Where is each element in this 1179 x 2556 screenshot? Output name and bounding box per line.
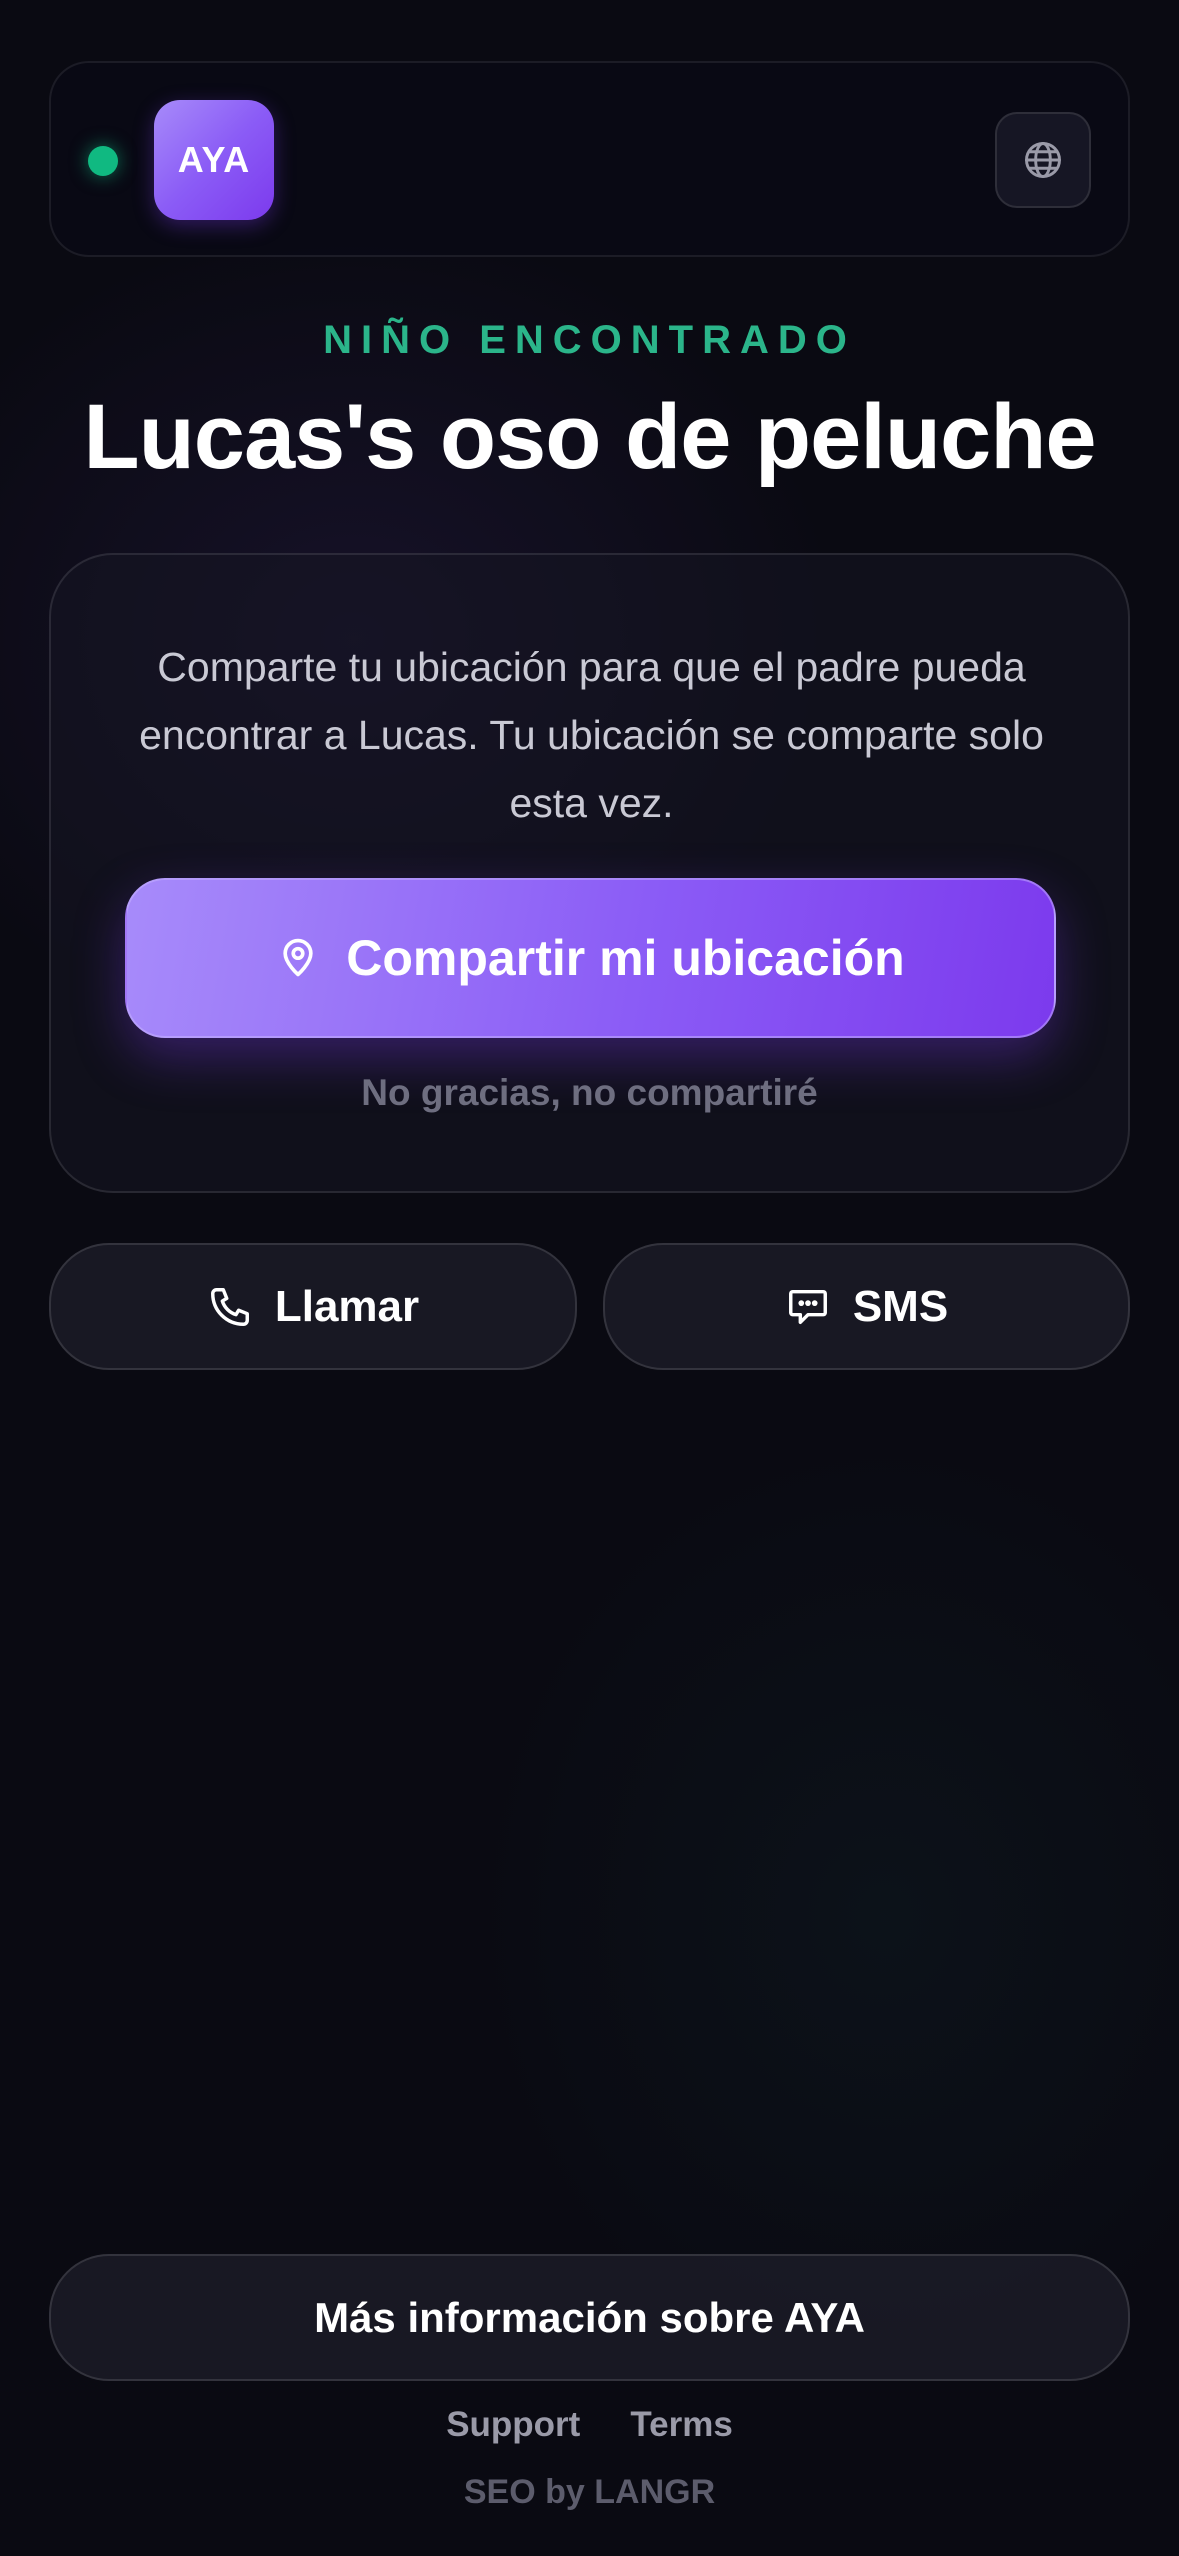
share-location-label: Compartir mi ubicación [346,930,905,986]
found-eyebrow: NIÑO ENCONTRADO [323,318,856,362]
more-info-button[interactable]: Más información sobre AYA [49,2254,1130,2381]
share-description: Comparte tu ubicación para que el padre … [139,644,1044,826]
top-bar: AYA [49,61,1130,257]
page-title: Lucas's oso de peluche [83,386,1096,488]
language-button[interactable] [995,112,1091,208]
sms-button[interactable]: SMS [603,1243,1130,1370]
globe-icon [1021,138,1065,182]
phone-icon [207,1284,253,1330]
chat-bubble-icon [785,1284,831,1330]
footer-link-support[interactable]: Support [446,2405,580,2445]
logo[interactable]: AYA [154,100,274,220]
share-location-button[interactable]: Compartir mi ubicación [125,878,1056,1038]
footer-link-terms[interactable]: Terms [630,2405,732,2445]
footer-credit[interactable]: SEO by LANGR [0,2473,1179,2512]
call-label: Llamar [274,1281,420,1331]
decline-share-link[interactable]: No gracias, no compartiré [51,1072,1128,1114]
footer-links: Support Terms [0,2405,1179,2445]
call-button[interactable]: Llamar [49,1243,577,1370]
more-info-label: Más información sobre AYA [314,2293,865,2341]
status-dot [88,146,118,176]
sms-label: SMS [852,1281,949,1331]
map-pin-icon [276,933,320,983]
share-location-card: Comparte tu ubicación para que el padre … [49,553,1130,1193]
